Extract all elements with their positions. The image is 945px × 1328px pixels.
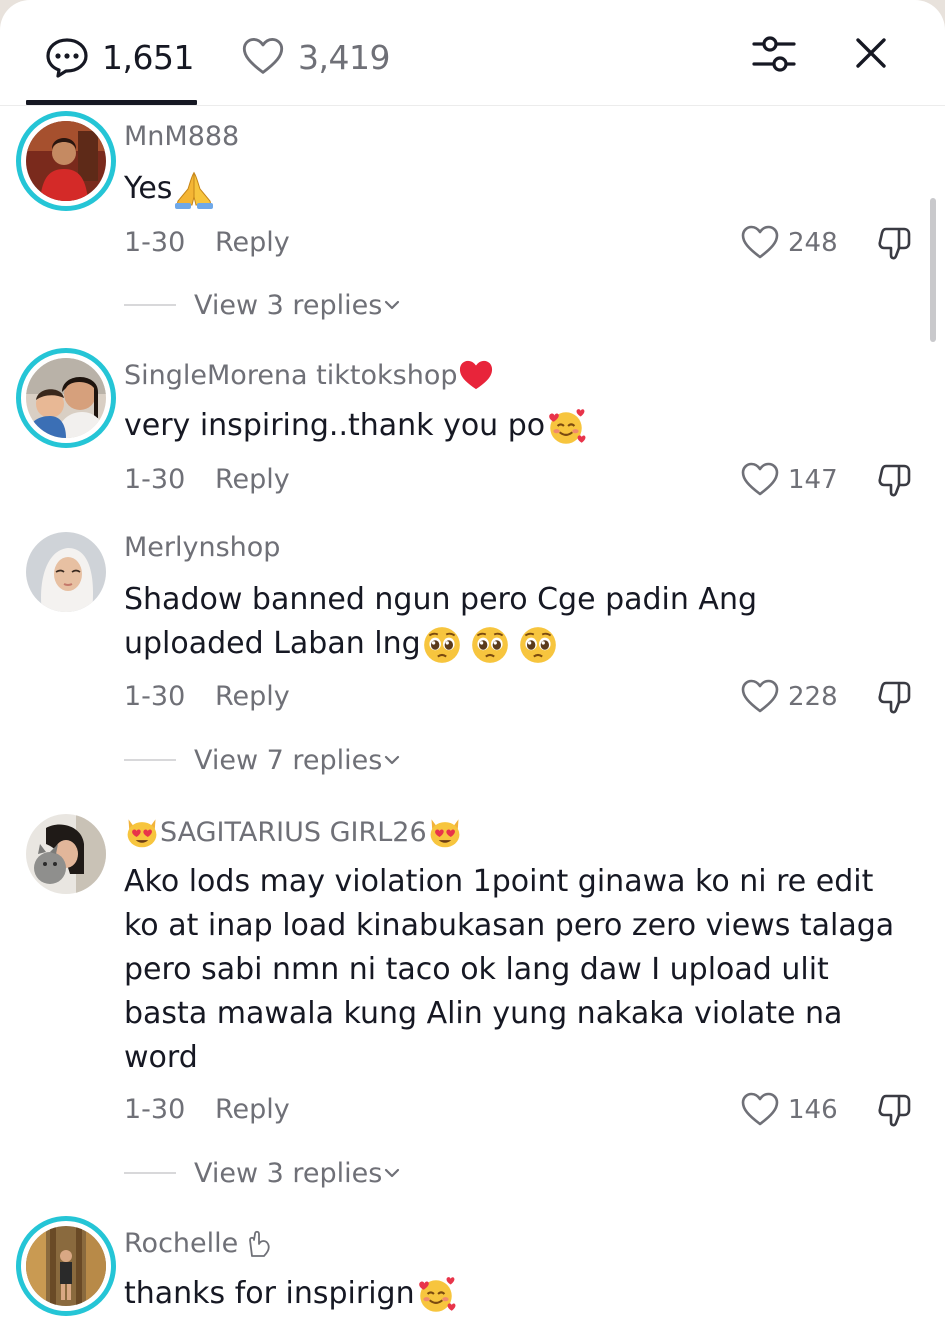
like-button[interactable]: 146 [740,1090,838,1130]
comment-text: Shadow banned ngun pero Cge padin Ang up… [124,578,924,666]
chevron-down-icon [382,1163,402,1183]
comment-text: Yes [124,167,924,211]
view-replies-button[interactable]: View 3 replies [124,1155,402,1191]
like-button[interactable]: 248 [740,223,838,263]
comment-text-content: Yes [124,171,173,206]
username[interactable]: MnM888 [124,121,239,152]
heart-icon [740,223,780,263]
red-heart-emoji [460,360,493,390]
heart-icon [740,677,780,717]
like-button[interactable]: 147 [740,460,838,500]
avatar[interactable] [16,1216,116,1316]
close-button[interactable] [848,30,894,76]
chevron-down-icon [382,295,402,315]
dislike-icon[interactable] [874,223,914,263]
username[interactable]: Merlynshop [124,532,280,563]
comment-text-line: uploaded Laban lng [124,622,924,666]
comment-text-line: ko at inap load kinabukasan pero zero vi… [124,908,895,943]
comment-text: thanks for inspirign [124,1272,924,1316]
like-count: 147 [788,465,838,495]
active-tab-indicator [26,100,197,105]
tab-comments[interactable]: 1,651 [44,34,194,80]
comment-date: 1-30 [124,1094,186,1125]
heart-eyes-cat-emoji [427,814,463,850]
heart-icon [740,1090,780,1130]
filter-button[interactable] [750,32,798,76]
username[interactable]: SAGITARIUS GIRL26 [124,814,463,850]
dislike-icon[interactable] [874,677,914,717]
close-icon [856,38,886,68]
comment-meta: 1-30 Reply 146 [124,1090,924,1130]
comment-text-line: word [124,1040,198,1075]
dislike-icon[interactable] [874,460,914,500]
avatar[interactable] [16,111,116,211]
divider [124,759,176,761]
comment-text-content: uploaded Laban lng [124,626,421,661]
avatar[interactable] [26,814,106,894]
like-count: 146 [788,1095,838,1125]
likes-count: 3,419 [298,37,390,77]
sliders-icon [752,36,796,72]
heart-eyes-cat-emoji [124,814,160,850]
reply-button[interactable]: Reply [215,227,290,258]
comment-date: 1-30 [124,227,186,258]
vulcan-salute-icon [249,1230,270,1257]
comment-text-content: thanks for inspirign [124,1276,415,1311]
comment-text-line: pero sabi nmn ni taco ok lang daw I uplo… [124,952,829,987]
folded-hands-emoji [175,171,214,209]
pleading-face-emoji [517,624,559,666]
avatar[interactable] [26,532,106,612]
view-replies-button[interactable]: View 3 replies [124,287,402,323]
comment-date: 1-30 [124,681,186,712]
view-replies-button[interactable]: View 7 replies [124,742,402,778]
comment-text: Ako lods may violation 1point ginawa ko … [124,860,924,1080]
pleading-face-emoji [421,624,463,666]
dislike-icon[interactable] [874,1090,914,1130]
comment-meta: 1-30 Reply 248 [124,223,924,263]
heart-icon [240,35,286,79]
view-replies-label: View 3 replies [194,1157,383,1189]
comment-text-line: Ako lods may violation 1point ginawa ko … [124,864,874,899]
divider [124,304,176,306]
comment-text-content: very inspiring..thank you po [124,408,546,443]
view-replies-label: View 3 replies [194,289,383,321]
view-replies-label: View 7 replies [194,744,383,776]
comment-date: 1-30 [124,464,186,495]
pleading-face-emoji [469,624,511,666]
comments-count: 1,651 [102,37,194,77]
like-count: 228 [788,682,838,712]
avatar[interactable] [16,348,116,448]
username[interactable]: Rochelle [124,1226,276,1260]
reply-button[interactable]: Reply [215,1094,290,1125]
heart-icon [740,460,780,500]
comment-bubble-icon [46,38,88,78]
username-text: SAGITARIUS GIRL26 [160,816,427,848]
comments-header: 1,651 3,419 [0,0,945,106]
tab-likes[interactable]: 3,419 [240,34,390,80]
username[interactable]: SingleMorena tiktokshop [124,358,495,392]
reply-button[interactable]: Reply [215,681,290,712]
comments-sheet: 1,651 3,419 MnM888 Yes 1-30 Reply 248 Vi… [0,0,945,1328]
like-count: 248 [788,228,838,258]
username-text: Rochelle [124,1227,239,1259]
divider [124,1172,176,1174]
username-text: SingleMorena tiktokshop [124,359,458,391]
scrollbar[interactable] [930,198,936,342]
chevron-down-icon [382,750,402,770]
comment-text-line: basta mawala kung Alin yung nakaka viola… [124,996,843,1031]
like-button[interactable]: 228 [740,677,838,717]
comment-meta: 1-30 Reply 228 [124,677,924,717]
smiling-face-with-hearts-emoji [545,406,587,448]
smiling-face-with-hearts-emoji [415,1274,457,1316]
comment-text: very inspiring..thank you po [124,404,924,448]
reply-button[interactable]: Reply [215,464,290,495]
comment-meta: 1-30 Reply 147 [124,460,924,500]
comment-text-line: Shadow banned ngun pero Cge padin Ang [124,582,758,617]
